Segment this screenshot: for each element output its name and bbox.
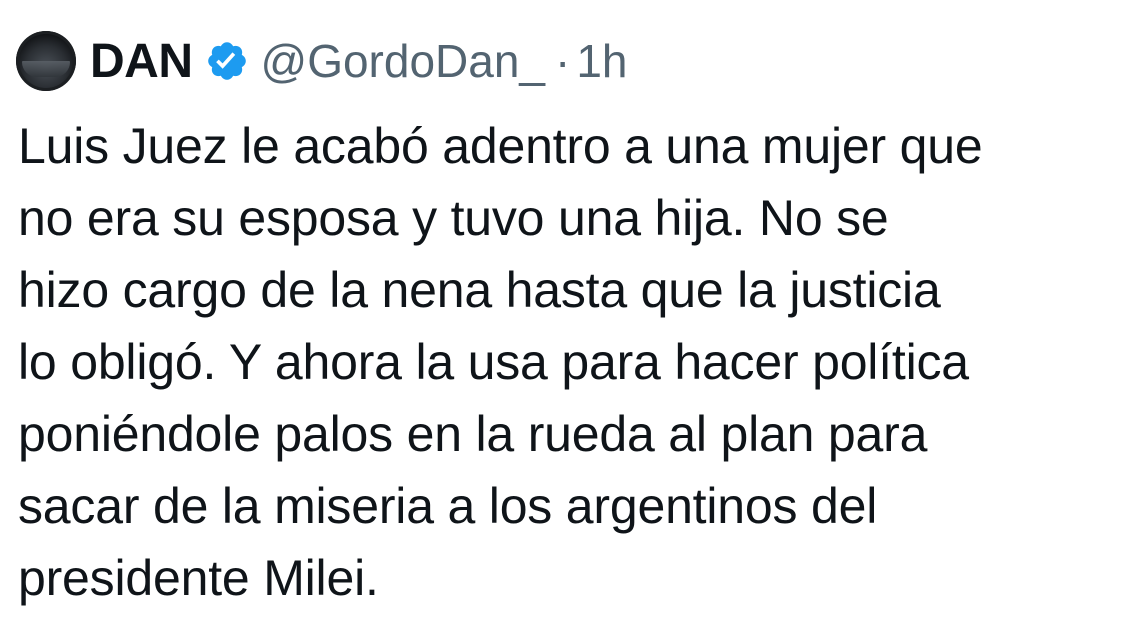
tweet-text-line: lo obligó. Y ahora la usa para hacer pol… bbox=[18, 334, 969, 390]
tweet-text-line: sacar de la miseria a los argentinos del bbox=[18, 478, 878, 534]
tweet-text-line: no era su esposa y tuvo una hija. No se bbox=[18, 190, 889, 246]
tweet-text-line: presidente Milei. bbox=[18, 550, 379, 606]
verified-badge-icon[interactable] bbox=[205, 39, 249, 83]
tweet-text-line: hizo cargo de la nena hasta que la justi… bbox=[18, 262, 941, 318]
separator-dot: · bbox=[555, 35, 571, 87]
tweet-timestamp[interactable]: 1h bbox=[576, 34, 627, 88]
verified-badge-svg bbox=[207, 42, 246, 80]
tweet-text: Luis Juez le acabó adentro a una mujer q… bbox=[18, 110, 1128, 614]
tweet-header: DAN @GordoDan_ · 1h bbox=[16, 30, 628, 92]
author-handle[interactable]: @GordoDan_ bbox=[261, 34, 546, 88]
tweet-card[interactable]: DAN @GordoDan_ · 1h Luis Juez le acabó a… bbox=[0, 0, 1134, 631]
author-display-name[interactable]: DAN bbox=[90, 34, 193, 89]
tweet-text-line: Luis Juez le acabó adentro a una mujer q… bbox=[18, 118, 983, 174]
tweet-text-line: poniéndole palos en la rueda al plan par… bbox=[18, 406, 928, 462]
avatar[interactable] bbox=[16, 31, 76, 91]
